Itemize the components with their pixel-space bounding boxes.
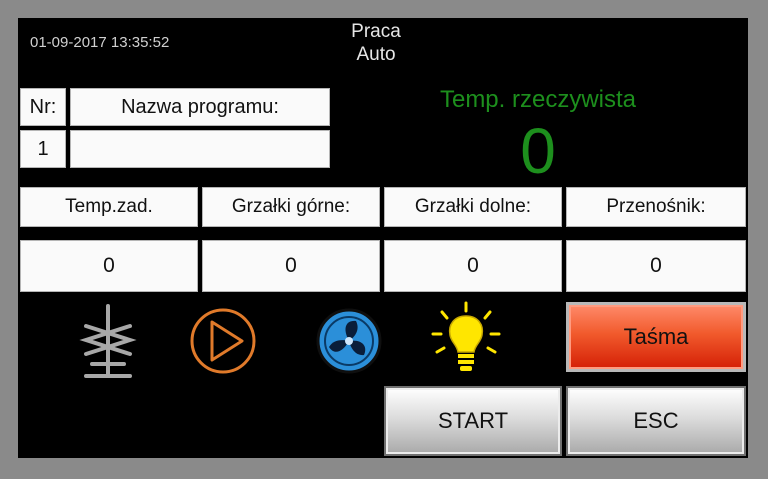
program-name-label: Nazwa programu:	[70, 88, 330, 126]
nr-label: Nr:	[20, 88, 66, 126]
param-header-temp-set: Temp.zad.	[20, 187, 198, 227]
light-bulb-icon	[431, 301, 501, 371]
actual-temp-label: Temp. rzeczywista	[439, 86, 637, 113]
param-header-conveyor: Przenośnik:	[566, 187, 746, 227]
mixer-icon	[79, 304, 137, 378]
mode-line-1: Praca	[351, 21, 401, 42]
tasma-button[interactable]: Taśma	[566, 302, 746, 372]
start-button[interactable]: START	[384, 386, 562, 456]
hmi-screen: 01-09-2017 13:35:52 Praca Auto Nr: Nazwa…	[18, 18, 748, 458]
param-value-lower-heaters[interactable]: 0	[384, 240, 562, 292]
esc-button[interactable]: ESC	[566, 386, 746, 456]
datetime-display: 01-09-2017 13:35:52	[30, 34, 170, 51]
pump-play-icon	[190, 308, 256, 374]
fan-icon	[316, 308, 382, 374]
device-frame: 01-09-2017 13:35:52 Praca Auto Nr: Nazwa…	[0, 0, 768, 479]
param-value-conveyor[interactable]: 0	[566, 240, 746, 292]
actual-temp-value: 0	[520, 115, 556, 187]
program-name-field[interactable]	[70, 130, 330, 168]
param-value-upper-heaters[interactable]: 0	[202, 240, 380, 292]
param-header-upper-heaters: Grzałki górne:	[202, 187, 380, 227]
program-nr-field[interactable]: 1	[20, 130, 66, 168]
mode-line-2: Auto	[356, 44, 396, 65]
param-value-temp-set[interactable]: 0	[20, 240, 198, 292]
mode-display: Praca Auto	[318, 20, 434, 66]
param-header-lower-heaters: Grzałki dolne:	[384, 187, 562, 227]
